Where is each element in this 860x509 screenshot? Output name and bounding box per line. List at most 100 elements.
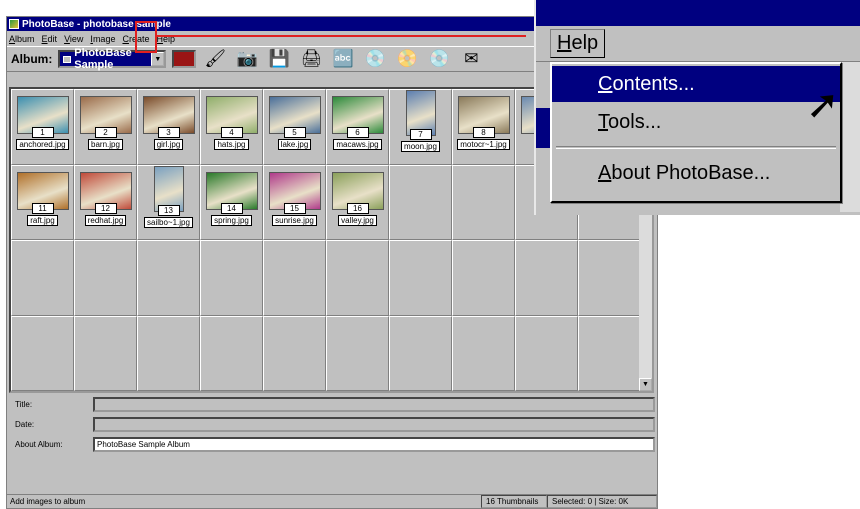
menu-view[interactable]: View (64, 34, 83, 44)
thumbnail-number: 14 (220, 202, 243, 214)
thumbnail-filename: barn.jpg (88, 139, 123, 150)
thumbnail-cell[interactable] (578, 240, 641, 316)
mouse-pointer-icon: ➚ (806, 83, 840, 127)
thumbnail-filename: raft.jpg (27, 214, 58, 226)
album-icon (63, 55, 72, 63)
thumbnail-number: 13 (157, 204, 180, 216)
thumbnail-cell[interactable] (578, 315, 641, 391)
date-label: Date: (15, 420, 35, 429)
thumbnail-number: 7 (409, 129, 432, 140)
sort-az-icon[interactable]: 🔤 (330, 48, 356, 70)
thumbnail-cell[interactable] (137, 240, 200, 316)
thumbnail-cell[interactable] (326, 315, 389, 391)
thumbnail-cell[interactable] (452, 164, 515, 240)
thumbnail-cell[interactable] (389, 164, 452, 240)
thumbnail-cell[interactable] (515, 315, 578, 391)
thumbnail-cell[interactable] (11, 315, 74, 391)
thumbnail-filename: motocr~1.jpg (457, 139, 510, 150)
menu-item-about[interactable]: About PhotoBase... (552, 155, 840, 191)
thumbnail-filename: moon.jpg (401, 141, 440, 152)
thumbnail-cell[interactable] (389, 315, 452, 391)
thumbnail-number: 3 (157, 127, 180, 138)
thumbnail-filename: lake.jpg (277, 139, 312, 150)
about-album-field[interactable]: PhotoBase Sample Album (93, 437, 655, 452)
thumbnail-number: 4 (220, 127, 243, 138)
thumbnail-cell[interactable] (263, 240, 326, 316)
app-icon (9, 19, 19, 29)
menu-item-tools[interactable]: Tools... (552, 104, 840, 140)
zoom-selection-edge (536, 108, 550, 148)
menu-item-contents[interactable]: Contents... (552, 66, 840, 102)
cd-play-icon[interactable]: 💿 (426, 48, 452, 70)
thumbnail-cell[interactable]: 15 sunrise.jpg (263, 164, 326, 240)
zoom-scroll-edge (840, 62, 860, 212)
thumbnail-filename: anchored.jpg (16, 139, 69, 150)
thumbnail-number: 16 (346, 202, 369, 214)
thumbnail-cell[interactable]: 14 spring.jpg (200, 164, 263, 240)
wand-icon[interactable]: 🖌 (202, 48, 228, 70)
thumbnail-number: 1 (31, 127, 54, 138)
thumbnail-filename: sunrise.jpg (272, 214, 317, 226)
thumbnail-cell[interactable]: 1 anchored.jpg (11, 89, 74, 165)
thumbnail-cell[interactable] (11, 240, 74, 316)
callout-line (157, 35, 526, 37)
title-field[interactable] (93, 397, 655, 412)
menu-album[interactable]: Album (9, 34, 35, 44)
about-album-label: About Album: (15, 440, 63, 449)
cd-burn-icon[interactable]: 📀 (394, 48, 420, 70)
thumbnail-cell[interactable]: 4 hats.jpg (200, 89, 263, 165)
zoom-menu-help[interactable]: Help (550, 29, 606, 58)
menu-edit[interactable]: Edit (42, 34, 58, 44)
thumbnail-cell[interactable]: 13 sailbo~1.jpg (137, 164, 200, 240)
thumbnail-number: 11 (31, 202, 54, 214)
thumbnail-filename: macaws.jpg (333, 139, 382, 150)
thumbnail-cell[interactable] (452, 240, 515, 316)
help-dropdown: Contents... Tools... About PhotoBase... (550, 62, 842, 203)
thumbnail-cell[interactable]: 11 raft.jpg (11, 164, 74, 240)
thumbnail-cell[interactable]: 7 moon.jpg (389, 89, 452, 165)
menu-image[interactable]: Image (90, 34, 115, 44)
thumbnail-cell[interactable] (74, 315, 137, 391)
color-swatch-button[interactable] (172, 50, 197, 68)
thumbnail-cell[interactable]: 5 lake.jpg (263, 89, 326, 165)
thumbnail-cell[interactable] (452, 315, 515, 391)
cd-icon[interactable]: 💿 (362, 48, 388, 70)
thumbnail-count: 16 Thumbnails (481, 495, 547, 508)
camera-icon[interactable]: 📷 (234, 48, 260, 70)
thumbnail-cell[interactable] (137, 315, 200, 391)
thumbnail-number: 6 (346, 127, 369, 138)
thumbnail-cell[interactable]: 3 girl.jpg (137, 89, 200, 165)
thumbnail-cell[interactable] (200, 315, 263, 391)
thumbnail-cell[interactable] (200, 240, 263, 316)
selection-info: Selected: 0 | Size: 0K (547, 495, 657, 508)
scroll-down-icon[interactable]: ▼ (639, 378, 652, 391)
album-form: Title: Date: About Album: PhotoBase Samp… (7, 395, 657, 455)
thumbnail-cell[interactable] (389, 240, 452, 316)
thumbnail-cell[interactable]: 16 valley.jpg (326, 164, 389, 240)
thumbnail-number: 15 (283, 202, 306, 214)
zoom-title-bar (536, 0, 860, 26)
thumbnail-cell[interactable]: 8 motocr~1.jpg (452, 89, 515, 165)
status-bar: Add images to album 16 Thumbnails Select… (7, 494, 657, 508)
album-label: Album: (11, 52, 53, 66)
thumbnail-cell[interactable] (326, 240, 389, 316)
chevron-down-icon[interactable]: ▼ (151, 52, 165, 66)
help-highlight-box (135, 21, 157, 53)
thumbnail-cell[interactable]: 6 macaws.jpg (326, 89, 389, 165)
thumbnail-cell[interactable] (74, 240, 137, 316)
save-disk-icon[interactable]: 💾 (266, 48, 292, 70)
thumbnail-cell[interactable] (515, 240, 578, 316)
print-icon[interactable]: 🖨 (298, 48, 324, 70)
thumbnail-filename: redhat.jpg (84, 214, 127, 226)
thumbnail-number: 2 (94, 127, 117, 138)
email-icon[interactable]: ✉ (458, 48, 484, 70)
thumbnail-filename: valley.jpg (338, 214, 377, 226)
thumbnail-number: 5 (283, 127, 306, 138)
thumbnail-cell[interactable] (263, 315, 326, 391)
thumbnail-cell[interactable]: 12 redhat.jpg (74, 164, 137, 240)
status-message: Add images to album (10, 497, 86, 506)
thumbnail-cell[interactable]: 2 barn.jpg (74, 89, 137, 165)
thumbnail-number: 8 (472, 127, 495, 138)
menu-separator (556, 146, 836, 149)
date-field[interactable] (93, 417, 655, 432)
